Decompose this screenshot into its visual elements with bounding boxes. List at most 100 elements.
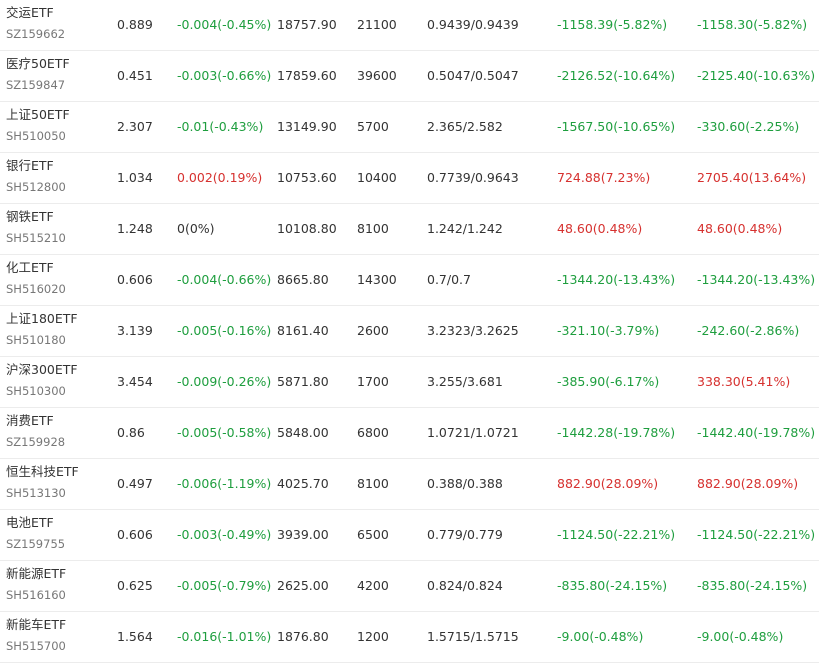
price-change: -0.016(-1.01%) [177,629,272,644]
cost-price: 2.365/2.582 [427,119,503,134]
fund-code: SH512800 [6,180,66,194]
current-price: 0.625 [117,578,153,593]
current-price: 3.139 [117,323,153,338]
holding-row[interactable]: 恒生科技ETF SH513130 0.497 -0.006(-1.19%) 40… [0,459,819,510]
total-profit-loss: -2125.40(-10.63%) [697,68,816,83]
price-change: -0.005(-0.79%) [177,578,272,593]
price-change: -0.004(-0.45%) [177,17,272,32]
profit-loss: 882.90(28.09%) [557,476,659,491]
fund-name[interactable]: 新能源ETF [6,566,66,582]
holding-row[interactable]: 钢铁ETF SH515210 1.248 0(0%) 10108.80 8100… [0,204,819,255]
holding-row[interactable]: 上证50ETF SH510050 2.307 -0.01(-0.43%) 131… [0,102,819,153]
holding-quantity: 21100 [357,17,397,32]
market-value: 13149.90 [277,119,337,134]
market-value: 8665.80 [277,272,329,287]
holding-row[interactable]: 新能源ETF SH516160 0.625 -0.005(-0.79%) 262… [0,561,819,612]
holding-row[interactable]: 医疗50ETF SZ159847 0.451 -0.003(-0.66%) 17… [0,51,819,102]
total-profit-loss: 2705.40(13.64%) [697,170,807,185]
price-change: -0.004(-0.66%) [177,272,272,287]
fund-name[interactable]: 交运ETF [6,5,54,21]
fund-code: SH516020 [6,282,66,296]
fund-name[interactable]: 钢铁ETF [6,209,54,225]
holding-row[interactable]: 电池ETF SZ159755 0.606 -0.003(-0.49%) 3939… [0,510,819,561]
holding-quantity: 5700 [357,119,389,134]
fund-code: SZ159662 [6,27,66,41]
holding-row[interactable]: 消费ETF SZ159928 0.86 -0.005(-0.58%) 5848.… [0,408,819,459]
fund-name[interactable]: 化工ETF [6,260,54,276]
price-change: -0.005(-0.58%) [177,425,272,440]
current-price: 0.497 [117,476,153,491]
profit-loss: -9.00(-0.48%) [557,629,644,644]
fund-name[interactable]: 恒生科技ETF [6,464,79,480]
price-change: -0.003(-0.66%) [177,68,272,83]
market-value: 1876.80 [277,629,329,644]
market-value: 8161.40 [277,323,329,338]
cost-price: 1.5715/1.5715 [427,629,519,644]
holding-quantity: 2600 [357,323,389,338]
total-profit-loss: -1344.20(-13.43%) [697,272,816,287]
profit-loss: -1124.50(-22.21%) [557,527,676,542]
holding-quantity: 14300 [357,272,397,287]
cost-price: 3.2323/3.2625 [427,323,519,338]
holdings-rows: 交运ETF SZ159662 0.889 -0.004(-0.45%) 1875… [0,0,819,663]
total-profit-loss: -242.60(-2.86%) [697,323,800,338]
fund-name[interactable]: 电池ETF [6,515,54,531]
market-value: 18757.90 [277,17,337,32]
fund-name[interactable]: 消费ETF [6,413,54,429]
total-profit-loss: 48.60(0.48%) [697,221,783,236]
price-change: -0.01(-0.43%) [177,119,264,134]
profit-loss: -1442.28(-19.78%) [557,425,676,440]
holding-row[interactable]: 化工ETF SH516020 0.606 -0.004(-0.66%) 8665… [0,255,819,306]
fund-name[interactable]: 上证180ETF [6,311,78,327]
market-value: 17859.60 [277,68,337,83]
fund-name[interactable]: 新能车ETF [6,617,66,633]
holding-row[interactable]: 沪深300ETF SH510300 3.454 -0.009(-0.26%) 5… [0,357,819,408]
price-change: -0.006(-1.19%) [177,476,272,491]
current-price: 0.86 [117,425,145,440]
fund-name[interactable]: 上证50ETF [6,107,70,123]
price-change: 0.002(0.19%) [177,170,263,185]
market-value: 3939.00 [277,527,329,542]
current-price: 0.606 [117,272,153,287]
holding-row[interactable]: 新能车ETF SH515700 1.564 -0.016(-1.01%) 187… [0,612,819,663]
holding-row[interactable]: 上证180ETF SH510180 3.139 -0.005(-0.16%) 8… [0,306,819,357]
holding-quantity: 10400 [357,170,397,185]
fund-name[interactable]: 沪深300ETF [6,362,78,378]
market-value: 2625.00 [277,578,329,593]
profit-loss: 48.60(0.48%) [557,221,643,236]
market-value: 5871.80 [277,374,329,389]
profit-loss: -2126.52(-10.64%) [557,68,676,83]
fund-name[interactable]: 医疗50ETF [6,56,70,72]
profit-loss: -321.10(-3.79%) [557,323,660,338]
total-profit-loss: -1124.50(-22.21%) [697,527,816,542]
holding-quantity: 4200 [357,578,389,593]
price-change: 0(0%) [177,221,215,236]
profit-loss: -1344.20(-13.43%) [557,272,676,287]
holding-row[interactable]: 交运ETF SZ159662 0.889 -0.004(-0.45%) 1875… [0,0,819,51]
total-profit-loss: -835.80(-24.15%) [697,578,808,593]
current-price: 3.454 [117,374,153,389]
holding-quantity: 6500 [357,527,389,542]
market-value: 10108.80 [277,221,337,236]
fund-code: SZ159755 [6,537,66,551]
current-price: 1.248 [117,221,153,236]
profit-loss: -1158.39(-5.82%) [557,17,668,32]
holding-quantity: 39600 [357,68,397,83]
cost-price: 0.388/0.388 [427,476,503,491]
fund-code: SH516160 [6,588,66,602]
cost-price: 0.824/0.824 [427,578,503,593]
holdings-table: 交运ETF SZ159662 0.889 -0.004(-0.45%) 1875… [0,0,819,663]
cost-price: 0.5047/0.5047 [427,68,519,83]
market-value: 4025.70 [277,476,329,491]
fund-name[interactable]: 银行ETF [6,158,54,174]
profit-loss: 724.88(7.23%) [557,170,651,185]
cost-price: 1.0721/1.0721 [427,425,519,440]
total-profit-loss: -330.60(-2.25%) [697,119,800,134]
holding-row[interactable]: 银行ETF SH512800 1.034 0.002(0.19%) 10753.… [0,153,819,204]
cost-price: 3.255/3.681 [427,374,503,389]
current-price: 0.451 [117,68,153,83]
price-change: -0.009(-0.26%) [177,374,272,389]
current-price: 1.564 [117,629,153,644]
current-price: 1.034 [117,170,153,185]
current-price: 0.606 [117,527,153,542]
